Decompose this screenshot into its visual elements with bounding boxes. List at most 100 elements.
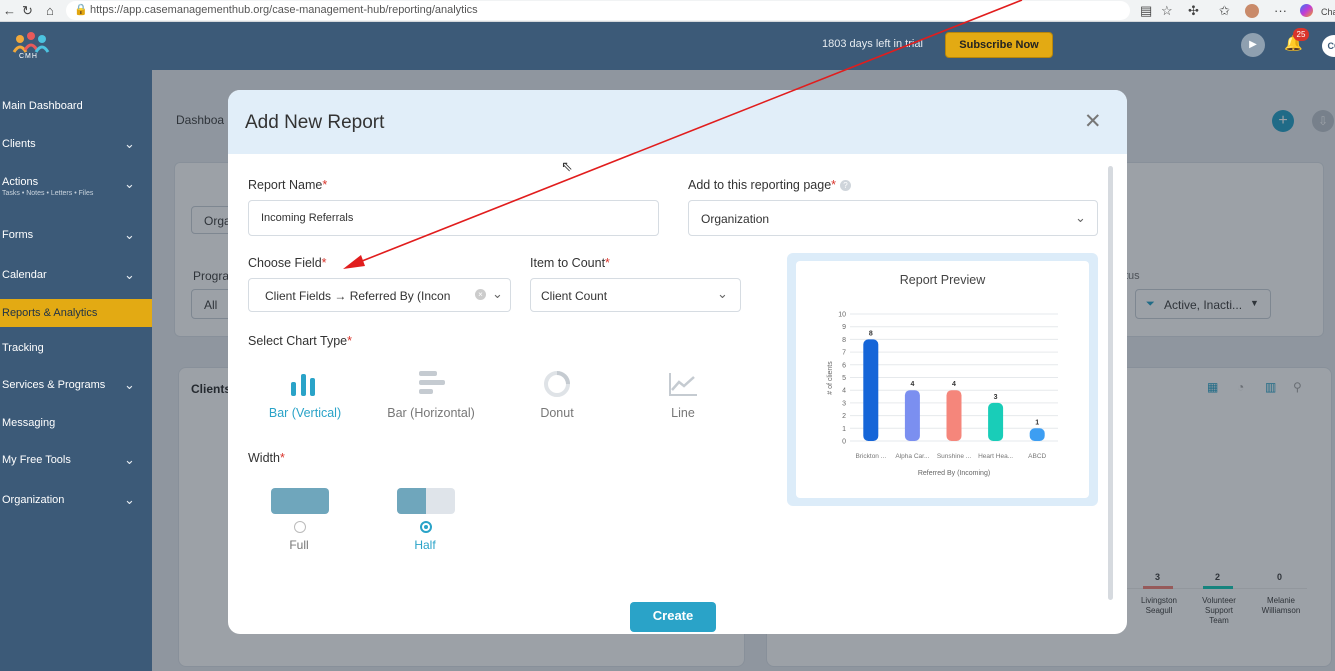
x-tick-label: ABCD — [1028, 453, 1046, 460]
add-report-modal: Add New Report ✕ Report Name* Incoming R… — [228, 90, 1127, 634]
sidebar-item-calendar[interactable]: Calendar ⌄ — [0, 267, 152, 289]
bar-horizontal-icon — [419, 371, 445, 394]
play-icon[interactable]: ▶ — [1241, 33, 1265, 57]
item-to-count-label: Item to Count* — [530, 256, 610, 270]
sidebar-item-my-free-tools[interactable]: My Free Tools ⌄ — [0, 452, 152, 474]
bar-vertical-icon — [291, 374, 315, 396]
more-menu-icon[interactable]: ··· — [1274, 2, 1287, 19]
reload-icon[interactable]: ↻ — [22, 2, 33, 19]
y-tick-label: 9 — [842, 324, 846, 331]
x-tick-label: Brickton ... — [855, 453, 886, 460]
sidebar-item-forms[interactable]: Forms ⌄ — [0, 227, 152, 249]
lock-icon: 🔒 — [74, 4, 88, 16]
chart-bar — [988, 402, 1004, 441]
modal-title: Add New Report — [245, 112, 385, 133]
y-tick-label: 4 — [842, 388, 846, 395]
reporting-page-select[interactable]: Organization ⌄ — [688, 200, 1098, 236]
line-chart-icon — [669, 373, 697, 396]
item-to-count-select[interactable]: Client Count ⌄ — [530, 278, 741, 312]
y-tick-label: 8 — [842, 337, 846, 344]
reader-icon[interactable]: ▤ — [1140, 2, 1152, 19]
y-tick-label: 5 — [842, 375, 846, 382]
address-bar[interactable]: 🔒 https://app.casemanagementhub.org/case… — [66, 1, 1130, 20]
x-tick-label: Alpha Car... — [895, 453, 929, 460]
chart-type-bar-horizontal[interactable]: Bar (Horizontal) — [375, 368, 487, 428]
choose-field-select[interactable]: Client Fields → Referred By (Incon × ⌄ — [248, 278, 511, 312]
report-preview-card: Report Preview 0 1 2 3 4 5 6 7 8 9 10 8 Brickton ...… — [796, 261, 1089, 498]
reporting-page-label: Add to this reporting page*? — [688, 178, 852, 192]
help-icon[interactable]: ? — [840, 180, 852, 191]
bar-value-label: 4 — [910, 381, 914, 388]
bar-value-label: 1 — [1035, 419, 1039, 426]
close-icon[interactable]: ✕ — [1084, 110, 1102, 134]
y-tick-label: 3 — [842, 400, 846, 407]
chevron-down-icon: ⌄ — [1075, 210, 1086, 225]
chart-bar — [863, 339, 879, 441]
y-tick-label: 7 — [842, 350, 846, 357]
app-header: CMH 1803 days left in trial Subscribe No… — [0, 22, 1335, 70]
sidebar-item-clients[interactable]: Clients ⌄ — [0, 136, 152, 158]
chart-type-bar-vertical[interactable]: Bar (Vertical) — [249, 368, 361, 428]
half-width-radio[interactable] — [420, 521, 432, 533]
bar-value-label: 3 — [994, 394, 998, 401]
sidebar-item-main-dashboard[interactable]: Main Dashboard — [0, 100, 152, 120]
user-avatar[interactable]: CC — [1322, 35, 1335, 57]
modal-scrollbar[interactable] — [1108, 166, 1113, 600]
x-tick-label: Sunshine ... — [937, 453, 972, 460]
chevron-down-icon: ⌄ — [124, 492, 135, 507]
browser-toolbar: ← ↻ ⌂ 🔒 https://app.casemanagementhub.or… — [0, 0, 1335, 22]
sidebar-item-services-programs[interactable]: Services & Programs ⌄ — [0, 377, 152, 399]
favorites-icon[interactable]: ✩ — [1219, 2, 1230, 19]
choose-field-label: Choose Field* — [248, 256, 327, 270]
chart-type-label: Select Chart Type* — [248, 334, 353, 348]
report-name-input[interactable]: Incoming Referrals — [248, 200, 659, 236]
sidebar-item-reports-analytics[interactable]: Reports & Analytics — [0, 299, 152, 327]
y-tick-label: 6 — [842, 362, 846, 369]
favorite-star-icon[interactable]: ☆ — [1161, 2, 1173, 19]
y-tick-label: 10 — [838, 312, 846, 319]
width-option-half[interactable]: Half — [385, 488, 465, 558]
chevron-down-icon: ⌄ — [717, 286, 728, 301]
full-width-radio[interactable] — [294, 521, 306, 533]
clear-icon[interactable]: × — [475, 289, 486, 300]
x-axis-label: Referred By (Incoming) — [918, 470, 990, 477]
back-icon[interactable]: ← — [3, 2, 16, 19]
mouse-cursor-icon: ⇖ — [561, 158, 573, 174]
sidebar-item-messaging[interactable]: Messaging — [0, 417, 152, 437]
chart-type-donut[interactable]: Donut — [501, 368, 613, 428]
sidebar: Main Dashboard Clients ⌄ Actions Tasks • N… — [0, 70, 152, 671]
home-icon[interactable]: ⌂ — [46, 2, 54, 19]
y-axis-label: # of clients — [827, 361, 834, 395]
width-option-full[interactable]: Full — [259, 488, 339, 558]
extensions-icon[interactable]: ✣ — [1188, 2, 1199, 19]
subscribe-button[interactable]: Subscribe Now — [945, 32, 1053, 58]
notification-badge: 25 — [1293, 28, 1309, 41]
modal-header: Add New Report ✕ — [228, 90, 1127, 154]
chevron-down-icon: ⌄ — [124, 136, 135, 151]
bar-value-label: 4 — [952, 381, 956, 388]
logo-text: CMH — [19, 53, 38, 60]
chevron-down-icon: ⌄ — [124, 176, 135, 191]
create-button[interactable]: Create — [630, 602, 716, 632]
sidebar-item-actions[interactable]: Actions Tasks • Notes • Letters • Files ⌄ — [0, 176, 152, 208]
full-width-icon — [271, 488, 329, 514]
x-tick-label: Heart Hea... — [978, 453, 1013, 460]
chart-type-line[interactable]: Line — [627, 368, 739, 428]
preview-bar-chart: 0 1 2 3 4 5 6 7 8 9 10 8 Brickton ... 4 Alpha Car... 4 S… — [827, 312, 1058, 477]
url-text: https://app.casemanagementhub.org/case-m… — [90, 4, 478, 16]
sidebar-item-tracking[interactable]: Tracking — [0, 342, 152, 362]
chevron-down-icon: ⌄ — [124, 227, 135, 242]
report-name-label: Report Name* — [248, 178, 328, 192]
chevron-down-icon: ⌄ — [124, 377, 135, 392]
chevron-down-icon: ⌄ — [492, 286, 503, 301]
chevron-down-icon: ⌄ — [124, 267, 135, 282]
profile-avatar[interactable] — [1245, 4, 1259, 18]
copilot-tab-label[interactable]: Cha — [1321, 4, 1335, 21]
trial-days-text: 1803 days left in trial — [822, 38, 923, 50]
chart-bar — [1029, 428, 1045, 441]
sidebar-item-organization[interactable]: Organization ⌄ — [0, 492, 152, 514]
copilot-icon[interactable] — [1300, 4, 1313, 17]
bar-value-label: 8 — [869, 330, 873, 337]
y-tick-label: 2 — [842, 413, 846, 420]
report-preview-panel: Report Preview 0 1 2 3 4 5 6 7 8 9 10 8 Brickton ...… — [787, 253, 1098, 506]
